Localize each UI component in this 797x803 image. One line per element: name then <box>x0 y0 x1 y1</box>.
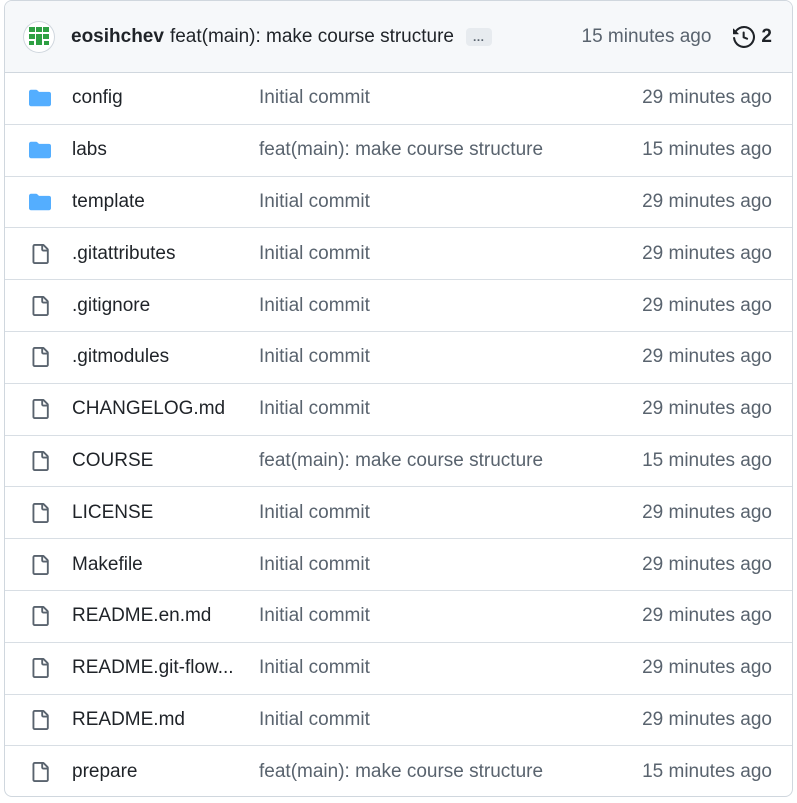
file-name-link[interactable]: CHANGELOG.md <box>72 398 225 420</box>
file-icon <box>27 449 53 473</box>
file-row[interactable]: LICENSE Initial commit 29 minutes ago <box>5 487 792 540</box>
file-icon <box>27 294 53 318</box>
file-row[interactable]: template Initial commit 29 minutes ago <box>5 177 792 229</box>
file-row[interactable]: Makefile Initial commit 29 minutes ago <box>5 539 792 591</box>
last-commit-time: 29 minutes ago <box>642 605 772 627</box>
file-name-link[interactable]: .gitignore <box>72 295 150 317</box>
file-icon <box>27 760 53 784</box>
file-name-link[interactable]: .gitattributes <box>72 243 176 265</box>
identicon-icon <box>29 26 49 45</box>
last-commit-message-link[interactable]: Initial commit <box>259 191 370 213</box>
last-commit-time: 15 minutes ago <box>642 449 772 471</box>
last-commit-time: 29 minutes ago <box>642 501 772 523</box>
file-icon <box>27 501 53 525</box>
last-commit-time: 29 minutes ago <box>642 87 772 109</box>
file-name-link[interactable]: .gitmodules <box>72 346 169 368</box>
last-commit-message-link[interactable]: Initial commit <box>259 709 370 731</box>
last-commit-message-link[interactable]: Initial commit <box>259 657 370 679</box>
expand-message-button[interactable]: … <box>465 27 492 46</box>
file-name-link[interactable]: Makefile <box>72 554 143 576</box>
last-commit-message-link[interactable]: Initial commit <box>259 295 370 317</box>
commit-time: 15 minutes ago <box>581 25 712 47</box>
file-name-link[interactable]: README.md <box>72 709 185 731</box>
last-commit-time: 29 minutes ago <box>642 657 772 679</box>
folder-icon <box>27 140 53 160</box>
file-icon <box>27 604 53 628</box>
commit-message[interactable]: feat(main): make course structure <box>170 26 454 48</box>
file-name-link[interactable]: prepare <box>72 761 138 783</box>
last-commit-message-link[interactable]: Initial commit <box>259 398 370 420</box>
folder-icon <box>27 192 53 212</box>
last-commit-message-link[interactable]: feat(main): make course structure <box>259 450 543 472</box>
last-commit-message-link[interactable]: Initial commit <box>259 554 370 576</box>
file-name-link[interactable]: COURSE <box>72 450 153 472</box>
history-icon <box>733 25 756 48</box>
last-commit-time: 29 minutes ago <box>642 398 772 420</box>
last-commit-message-link[interactable]: Initial commit <box>259 243 370 265</box>
file-icon <box>27 242 53 266</box>
file-list: config Initial commit 29 minutes ago labs fe… <box>5 73 792 796</box>
folder-icon <box>27 88 53 108</box>
history-link[interactable]: 2 <box>733 26 772 48</box>
file-icon <box>27 397 53 421</box>
file-name-link[interactable]: LICENSE <box>72 502 153 524</box>
file-row[interactable]: CHANGELOG.md Initial commit 29 minutes ago <box>5 384 792 436</box>
last-commit-time: 15 minutes ago <box>642 139 772 161</box>
last-commit-time: 15 minutes ago <box>642 761 772 783</box>
file-row[interactable]: .gitmodules Initial commit 29 minutes ago <box>5 332 792 384</box>
file-icon <box>27 656 53 680</box>
file-row[interactable]: README.md Initial commit 29 minutes ago <box>5 695 792 747</box>
file-row[interactable]: .gitattributes Initial commit 29 minutes a… <box>5 228 792 281</box>
latest-commit-bar: eosihchev feat(main): make course struct… <box>5 1 792 73</box>
last-commit-message-link[interactable]: Initial commit <box>259 87 370 109</box>
history-count: 2 <box>761 25 772 47</box>
last-commit-time: 29 minutes ago <box>642 190 772 212</box>
file-icon <box>27 553 53 577</box>
last-commit-message-link[interactable]: Initial commit <box>259 605 370 627</box>
file-name-link[interactable]: config <box>72 87 123 109</box>
last-commit-time: 29 minutes ago <box>642 346 772 368</box>
last-commit-time: 29 minutes ago <box>642 708 772 730</box>
file-name-link[interactable]: template <box>72 191 145 213</box>
file-browser: eosihchev feat(main): make course struct… <box>4 0 793 797</box>
file-row[interactable]: README.en.md Initial commit 29 minutes ago <box>5 591 792 643</box>
last-commit-message-link[interactable]: feat(main): make course structure <box>259 761 543 783</box>
avatar[interactable] <box>23 20 55 53</box>
last-commit-message-link[interactable]: Initial commit <box>259 502 370 524</box>
file-icon <box>27 345 53 369</box>
file-row[interactable]: config Initial commit 29 minutes ago <box>5 73 792 125</box>
last-commit-time: 29 minutes ago <box>642 553 772 575</box>
file-row[interactable]: COURSE feat(main): make course structure 1… <box>5 436 792 488</box>
last-commit-message-link[interactable]: Initial commit <box>259 346 370 368</box>
file-name-link[interactable]: labs <box>72 139 107 161</box>
file-row[interactable]: prepare feat(main): make course structure… <box>5 746 792 796</box>
file-icon <box>27 708 53 732</box>
file-row[interactable]: labs feat(main): make course structure 15 … <box>5 125 792 177</box>
last-commit-message-link[interactable]: feat(main): make course structure <box>259 139 543 161</box>
file-name-link[interactable]: README.git-flow... <box>72 657 234 679</box>
last-commit-time: 29 minutes ago <box>642 242 772 264</box>
last-commit-time: 29 minutes ago <box>642 294 772 316</box>
file-name-link[interactable]: README.en.md <box>72 605 211 627</box>
commit-author[interactable]: eosihchev <box>71 26 164 48</box>
file-row[interactable]: README.git-flow... Initial commit 29 minut… <box>5 643 792 695</box>
file-row[interactable]: .gitignore Initial commit 29 minutes ago <box>5 280 792 332</box>
